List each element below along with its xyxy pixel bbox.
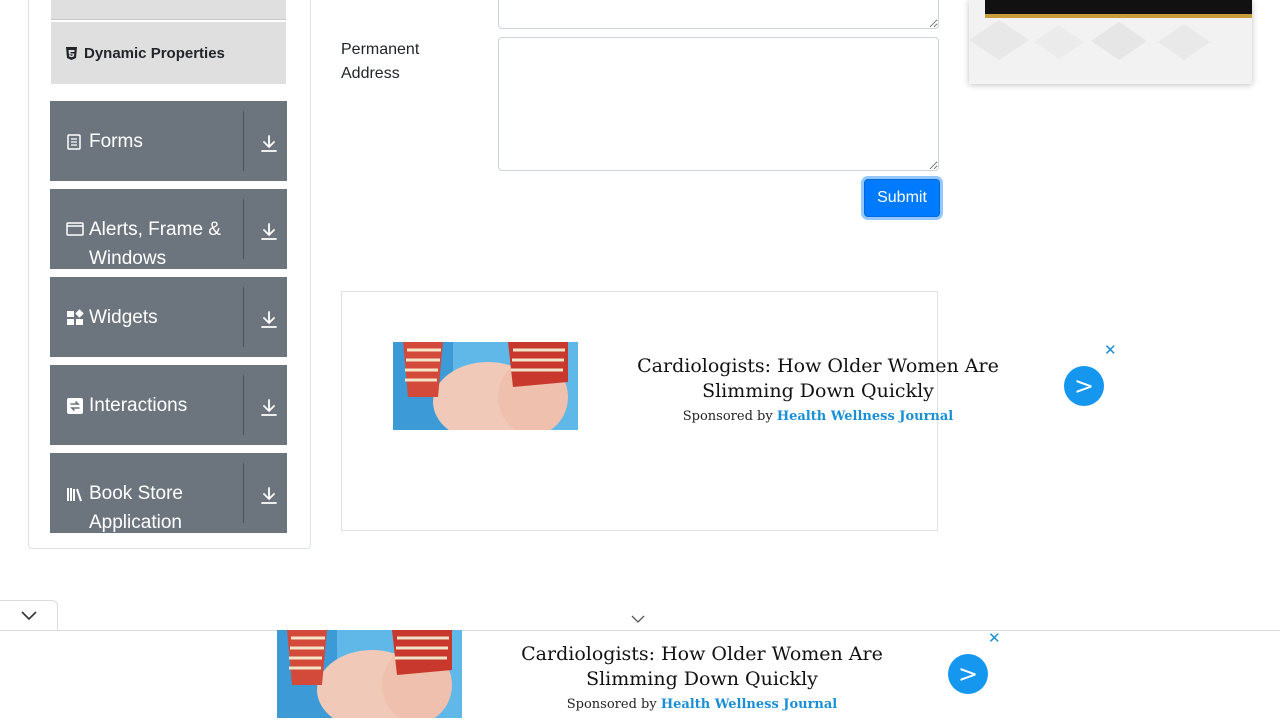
divider — [243, 375, 244, 435]
ad-arrow-button[interactable]: > — [1064, 366, 1104, 406]
sidebar-group-label: Widgets — [89, 307, 158, 328]
chevron-down-icon[interactable] — [630, 613, 646, 625]
expand-download-icon[interactable] — [256, 483, 282, 509]
divider — [243, 111, 244, 171]
divider — [243, 199, 244, 259]
sidebar-group-label: Alerts, Frame & Windows — [89, 219, 221, 269]
chevron-down-icon — [20, 611, 37, 621]
sidebar-group-label: Interactions — [89, 395, 188, 416]
top-right-ad-banner[interactable] — [969, 0, 1252, 84]
expand-download-icon[interactable] — [256, 395, 282, 421]
ad-arrow-button[interactable]: > — [948, 654, 988, 694]
submenu-item-dynamic-properties[interactable]: Dynamic Properties — [51, 22, 286, 84]
expand-download-icon[interactable] — [256, 307, 282, 333]
sidebar-group-forms[interactable]: Forms — [50, 101, 287, 181]
ad-close-icon[interactable]: ✕ — [1104, 341, 1117, 359]
widgets-icon — [66, 309, 84, 327]
banner-gold-strip — [985, 14, 1252, 18]
divider — [243, 463, 244, 523]
ad-headline[interactable]: Cardiologists: How Older Women Are Slimm… — [618, 354, 1018, 404]
submit-button[interactable]: Submit — [864, 179, 940, 217]
sponsored-by-label: Sponsored by — [682, 409, 773, 424]
banner-dark-strip — [985, 0, 1252, 14]
expand-download-icon[interactable] — [256, 131, 282, 157]
sponsored-by-label: Sponsored by — [566, 697, 657, 712]
permanent-address-field[interactable] — [498, 37, 939, 171]
collapse-ad-button[interactable] — [0, 600, 58, 631]
ad-close-icon[interactable]: ✕ — [988, 629, 1001, 647]
html5-icon — [65, 46, 78, 60]
submenu-item-label: Dynamic Properties — [84, 44, 225, 62]
ad-headline[interactable]: Cardiologists: How Older Women Are Slimm… — [502, 642, 902, 692]
expand-download-icon[interactable] — [256, 219, 282, 245]
ad-brand-link[interactable]: Health Wellness Journal — [777, 409, 953, 424]
ad-sponsor: Sponsored by Health Wellness Journal — [502, 697, 902, 712]
sidebar-group-interactions[interactable]: Interactions — [50, 365, 287, 445]
sidebar-group-label: Book Store Application — [89, 483, 183, 533]
sidebar-group-label: Forms — [89, 131, 143, 152]
ad-image[interactable] — [393, 342, 578, 430]
permanent-address-label: Permanent Address — [341, 41, 420, 82]
submenu-item-previous[interactable] — [51, 0, 286, 20]
window-icon — [66, 221, 84, 239]
current-address-field[interactable] — [498, 0, 939, 29]
form-icon — [66, 133, 84, 151]
books-icon — [66, 485, 84, 503]
ad-brand-link[interactable]: Health Wellness Journal — [661, 697, 837, 712]
interactions-icon — [66, 397, 84, 415]
sidebar-group-alerts[interactable]: Alerts, Frame & Windows — [50, 189, 287, 269]
sidebar-group-book-store[interactable]: Book Store Application — [50, 453, 287, 533]
ad-image[interactable] — [277, 630, 462, 718]
sidebar-group-widgets[interactable]: Widgets — [50, 277, 287, 357]
ad-sponsor: Sponsored by Health Wellness Journal — [618, 409, 1018, 424]
divider — [243, 287, 244, 347]
